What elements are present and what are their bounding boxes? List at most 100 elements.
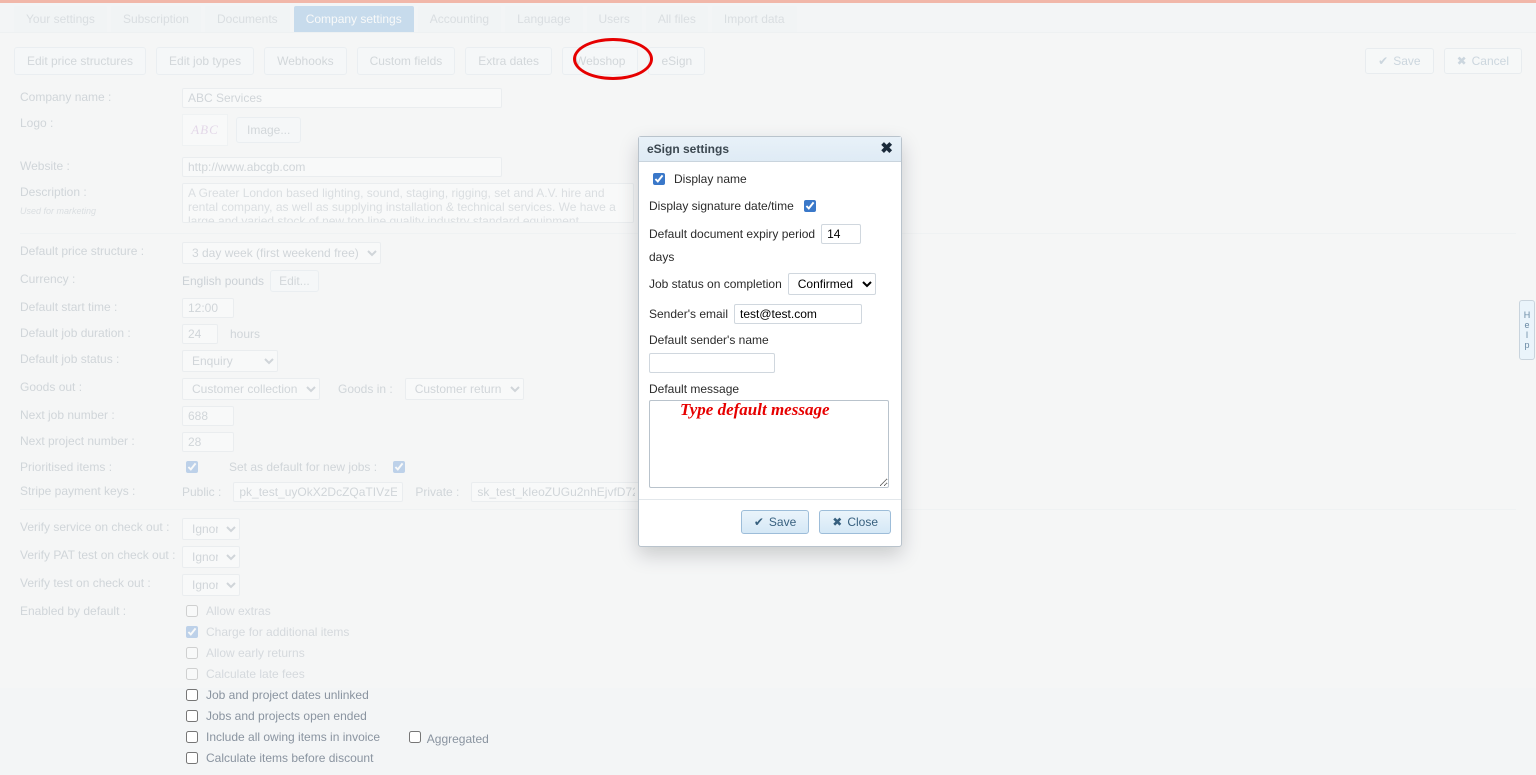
display-date-label: Display signature date/time [649,199,794,213]
enabled-option[interactable]: Allow early returns [182,644,489,662]
cancel-button[interactable]: ✖Cancel [1444,48,1522,74]
enabled-option-checkbox[interactable] [186,626,198,638]
enabled-option[interactable]: Charge for additional items [182,623,489,641]
tab-subscription[interactable]: Subscription [111,6,201,32]
dialog-save-button[interactable]: ✔ Save [741,510,809,534]
job-duration-label: Default job duration : [20,324,182,342]
close-icon: ✖ [1457,54,1467,68]
enabled-option[interactable]: Allow extras [182,602,489,620]
display-name-label: Display name [674,172,747,186]
check-icon: ✔ [1378,54,1388,68]
aggregated-label: Aggregated [424,732,489,746]
enabled-checkbox-list: Allow extras Charge for additional items A… [182,602,489,767]
sender-name-input[interactable] [649,353,775,373]
website-input[interactable] [182,157,502,177]
dialog-close-button[interactable]: ✖ Close [819,510,891,534]
subtab-price-structures[interactable]: Edit price structures [14,47,146,75]
description-textarea[interactable] [182,183,634,223]
verify-test-label: Verify test on check out : [20,574,182,592]
enabled-default-label: Enabled by default : [20,602,182,620]
verify-test-select[interactable]: Ignore [182,574,240,596]
expiry-input[interactable] [821,224,861,244]
dialog-title: eSign settings [647,142,729,156]
enabled-option-label: Jobs and projects open ended [206,709,367,723]
price-structure-select[interactable]: 3 day week (first weekend free) [182,242,381,264]
goods-out-select[interactable]: Customer collection [182,378,320,400]
next-project-label: Next project number : [20,432,182,450]
subtab-custom-fields[interactable]: Custom fields [357,47,456,75]
description-label: Description :Used for marketing [20,183,182,220]
job-duration-input[interactable] [182,324,218,344]
display-name-checkbox[interactable] [653,173,665,185]
subtab-webhooks[interactable]: Webhooks [264,47,346,75]
dialog-close-icon[interactable]: ✖ [880,142,893,156]
subtab-webshop[interactable]: Webshop [562,47,638,75]
jobstatus-select[interactable]: Confirmed [788,273,876,295]
dialog-close-label: Close [847,515,878,529]
job-status-select[interactable]: Enquiry [182,350,278,372]
dialog-save-label: Save [769,515,796,529]
tab-accounting[interactable]: Accounting [418,6,501,32]
orange-top-bar [0,0,1536,3]
enabled-option[interactable]: Calculate late fees [182,665,489,683]
enabled-option-checkbox[interactable] [186,710,198,722]
save-button[interactable]: ✔Save [1365,48,1433,74]
stripe-public-label: Public : [182,485,221,499]
enabled-option[interactable]: Job and project dates unlinked [182,686,489,704]
goods-in-select[interactable]: Customer return [405,378,524,400]
enabled-option[interactable]: Calculate items before discount [182,749,489,767]
verify-service-select[interactable]: Ignore [182,518,240,540]
prioritised-hint: Set as default for new jobs : [229,460,377,474]
tab-language[interactable]: Language [505,6,582,32]
stripe-private-input[interactable] [471,482,641,502]
default-message-textarea[interactable] [649,400,889,488]
enabled-option-checkbox[interactable] [186,605,198,617]
display-date-checkbox[interactable] [804,200,816,212]
tab-company-settings[interactable]: Company settings [294,6,414,32]
description-hint: Used for marketing [20,206,96,216]
subtab-job-types[interactable]: Edit job types [156,47,254,75]
next-job-input[interactable] [182,406,234,426]
enabled-option-checkbox[interactable] [186,668,198,680]
goods-out-label: Goods out : [20,378,182,396]
subtab-extra-dates[interactable]: Extra dates [465,47,552,75]
company-name-input[interactable] [182,88,502,108]
stripe-label: Stripe payment keys : [20,482,182,500]
close-icon: ✖ [832,515,842,529]
tab-all-files[interactable]: All files [646,6,708,32]
next-job-label: Next job number : [20,406,182,424]
stripe-public-input[interactable] [233,482,403,502]
start-time-input[interactable] [182,298,234,318]
prioritised-default-checkbox[interactable] [393,461,405,473]
tab-import-data[interactable]: Import data [712,6,797,32]
display-name-row[interactable]: Display name [649,170,891,188]
prioritised-checkbox[interactable] [186,461,198,473]
tab-users[interactable]: Users [587,6,642,32]
enabled-option-label: Job and project dates unlinked [206,688,369,702]
verify-pat-select[interactable]: Ignore [182,546,240,568]
enabled-option-checkbox[interactable] [186,647,198,659]
edit-currency-button[interactable]: Edit... [270,270,319,292]
enabled-option-checkbox[interactable] [186,752,198,764]
help-strip[interactable]: Help [1519,300,1535,360]
sub-tabs-row: Edit price structures Edit job types Web… [0,33,1536,79]
enabled-option-checkbox[interactable] [186,689,198,701]
subtab-esign[interactable]: eSign [648,47,705,75]
tab-your-settings[interactable]: Your settings [14,6,107,32]
goods-in-label: Goods in : [338,382,393,396]
aggregated-checkbox[interactable] [409,731,421,743]
image-button[interactable]: Image... [236,117,301,143]
tab-documents[interactable]: Documents [205,6,290,32]
next-project-input[interactable] [182,432,234,452]
enabled-option-checkbox[interactable] [186,731,198,743]
enabled-option-label: Calculate late fees [206,667,305,681]
duration-unit: hours [230,327,260,341]
sender-email-input[interactable] [734,304,862,324]
expiry-label: Default document expiry period [649,227,815,241]
display-date-row[interactable]: Display signature date/time [649,197,891,215]
stripe-private-label: Private : [415,485,459,499]
enabled-option[interactable]: Jobs and projects open ended [182,707,489,725]
expiry-unit: days [649,250,674,264]
enabled-option[interactable]: Include all owing items in invoice Aggre… [182,728,489,746]
check-icon: ✔ [754,515,764,529]
